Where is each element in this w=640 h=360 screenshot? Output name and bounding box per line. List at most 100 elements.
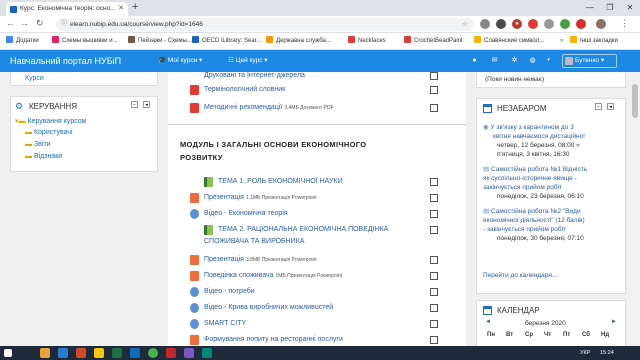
completion-checkbox[interactable] xyxy=(430,272,438,280)
site-title[interactable]: Навчальний портал НУБіП xyxy=(10,50,121,72)
activity-link[interactable]: SMART CITY xyxy=(204,316,246,332)
back-icon[interactable]: ← xyxy=(6,18,15,28)
page-scrollbar[interactable] xyxy=(630,72,640,346)
maximize-button[interactable]: ❐ xyxy=(600,0,620,16)
activity-row[interactable]: Відео - Економічна теорія xyxy=(168,206,466,222)
taskbar-app-icon[interactable] xyxy=(112,348,122,358)
bookmark-item[interactable]: Necklaces xyxy=(348,33,386,50)
completion-checkbox[interactable] xyxy=(430,194,438,202)
activity-link[interactable]: ТЕМА 1. РОЛЬ ЕКОНОМІЧНОЇ НАУКИ xyxy=(218,174,343,190)
reload-icon[interactable]: ↻ xyxy=(36,18,44,29)
globe-icon[interactable]: ◍ xyxy=(528,56,537,65)
activity-row[interactable]: Поведінка споживача 1МБ Презентація Power… xyxy=(168,268,466,284)
forward-icon[interactable]: → xyxy=(20,18,29,28)
gear-icon[interactable]: ✲ xyxy=(510,56,519,65)
activity-row[interactable]: SMART CITY xyxy=(168,316,466,332)
activity-row[interactable]: Методичні рекомендації 3.4МБ Документ PDF xyxy=(168,100,466,116)
bookmark-item[interactable]: Пейзажи - Схемы... xyxy=(128,33,192,50)
taskbar-app-icon[interactable] xyxy=(130,348,140,358)
activity-row[interactable]: ТЕМА 1. РОЛЬ ЕКОНОМІЧНОЇ НАУКИ xyxy=(168,174,466,190)
activity-row[interactable]: Термінологічний словник xyxy=(168,82,466,98)
minimize-button[interactable]: — xyxy=(580,0,600,16)
event-item[interactable]: ◉ У зв'язку з карантином до 3 квітня нав… xyxy=(483,123,623,159)
reports-link[interactable]: ▬ Звіти xyxy=(25,141,51,148)
star-icon[interactable]: ☆ xyxy=(462,18,468,31)
chrome-icon[interactable] xyxy=(148,348,158,358)
activity-link[interactable]: Методичні рекомендації 3.4МБ Документ PDF xyxy=(204,100,334,116)
course-admin-link[interactable]: ▾▬ Керування курсом xyxy=(15,117,87,125)
activity-row[interactable]: ТЕМА 2. РАЦІОНАЛЬНА ЕКОНОМІЧНА ПОВЕДІНКА… xyxy=(168,222,466,250)
profile-avatar[interactable] xyxy=(596,19,606,29)
activity-link[interactable]: Презентація 1.1МБ Презентація Powerpoint xyxy=(204,190,317,206)
bookmark-apps[interactable]: Додатки xyxy=(6,33,39,50)
extension-icon[interactable] xyxy=(576,19,586,29)
activity-row[interactable]: Відео - Крива виробничих можливостей xyxy=(168,300,466,316)
bookmark-item[interactable]: Державна служба... xyxy=(266,33,331,50)
activity-link-line2[interactable]: СПОЖИВАЧА ТА ВИРОБНИКА xyxy=(204,234,304,250)
extension-icon[interactable] xyxy=(480,19,490,29)
activity-row[interactable]: Презентація 3.8МБ Презентація Powerpoint xyxy=(168,252,466,268)
badges-link[interactable]: ▬ Відзнаки xyxy=(25,153,62,160)
scrollbar-thumb[interactable] xyxy=(632,84,638,118)
completion-checkbox[interactable] xyxy=(430,304,438,312)
start-icon[interactable] xyxy=(4,349,12,357)
extension-icon[interactable] xyxy=(560,19,570,29)
adblock-icon[interactable]: ● xyxy=(512,19,522,29)
message-icon[interactable]: ✉ xyxy=(490,56,499,65)
completion-checkbox[interactable] xyxy=(430,336,438,344)
activity-link[interactable]: Поведінка споживача 1МБ Презентація Power… xyxy=(204,268,342,284)
activity-link[interactable]: Формування попиту на ресторанні послуги xyxy=(204,332,343,346)
extension-icon[interactable] xyxy=(528,19,538,29)
this-course-menu[interactable]: ☷ Цей курс ▾ xyxy=(228,50,268,72)
info-icon[interactable]: ⓘ xyxy=(61,18,67,31)
next-month-icon[interactable]: ► xyxy=(611,319,617,325)
bookmark-item[interactable]: Схемы вышивки и... xyxy=(52,33,118,50)
taskbar-app-icon[interactable] xyxy=(58,348,68,358)
completion-checkbox[interactable] xyxy=(430,320,438,328)
courses-link[interactable]: Курси xyxy=(25,75,44,82)
new-tab-button[interactable]: + xyxy=(132,1,138,13)
prev-month-icon[interactable]: ◄ xyxy=(485,319,491,325)
dropdown-caret-icon[interactable]: ▾ xyxy=(544,56,553,65)
taskbar-app-icon[interactable] xyxy=(40,348,50,358)
language-indicator[interactable]: УКР xyxy=(580,346,590,360)
clock[interactable]: 15:24 xyxy=(600,346,614,360)
activity-row[interactable]: Презентація 1.1МБ Презентація Powerpoint xyxy=(168,190,466,206)
dock-icon[interactable]: ◂ xyxy=(607,103,614,110)
taskbar-app-icon[interactable] xyxy=(166,348,176,358)
user-menu[interactable]: Бутенко ▾ xyxy=(562,54,617,68)
completion-checkbox[interactable] xyxy=(430,226,438,234)
completion-checkbox[interactable] xyxy=(430,288,438,296)
bookmark-item[interactable]: Славянские символ... xyxy=(474,33,544,50)
event-item[interactable]: ▤ Самостійна робота №2 "Види економічної… xyxy=(483,207,623,243)
completion-checkbox[interactable] xyxy=(430,72,438,80)
activity-row[interactable]: Формування попиту на ресторанні послуги xyxy=(168,332,466,346)
taskbar-app-icon[interactable] xyxy=(184,348,194,358)
close-tab-icon[interactable]: ✕ xyxy=(118,2,124,16)
activity-link[interactable]: Термінологічний словник xyxy=(204,82,285,98)
completion-checkbox[interactable] xyxy=(430,256,438,264)
go-to-calendar-link[interactable]: Перейти до календаря... xyxy=(483,271,557,280)
event-item[interactable]: ▤ Самостійна робота №1 Відність як суспі… xyxy=(483,165,623,201)
activity-link[interactable]: Відео - Крива виробничих можливостей xyxy=(204,300,333,316)
dock-icon[interactable]: ◂ xyxy=(143,101,150,108)
other-bookmarks[interactable]: Інші закладки xyxy=(570,33,618,50)
taskbar-app-icon[interactable] xyxy=(76,348,86,358)
taskbar-app-icon[interactable] xyxy=(202,348,212,358)
completion-checkbox[interactable] xyxy=(430,210,438,218)
address-bar[interactable]: ⓘ elearn.nubip.edu.ua/course/view.php?id… xyxy=(56,18,474,31)
activity-link[interactable]: Відео - потреби xyxy=(204,284,255,300)
bell-icon[interactable]: ● xyxy=(470,56,479,65)
activity-row[interactable]: Відео - потреби xyxy=(168,284,466,300)
extension-icon[interactable] xyxy=(544,19,554,29)
collapse-icon[interactable]: − xyxy=(131,101,138,108)
folder-icon[interactable] xyxy=(94,348,104,358)
activity-link[interactable]: Презентація 3.8МБ Презентація Powerpoint xyxy=(204,252,317,268)
menu-icon[interactable]: ⋮ xyxy=(620,18,629,29)
bookmark-item[interactable]: CrochetBeadPaint xyxy=(404,33,463,50)
my-courses-menu[interactable]: 🎓 Мої курси ▾ xyxy=(158,50,202,72)
completion-checkbox[interactable] xyxy=(430,178,438,186)
completion-checkbox[interactable] xyxy=(430,86,438,94)
users-link[interactable]: ▬ Користувачі xyxy=(25,129,73,136)
bookmark-item[interactable]: OECD iLibrary: Sear... xyxy=(192,33,261,50)
